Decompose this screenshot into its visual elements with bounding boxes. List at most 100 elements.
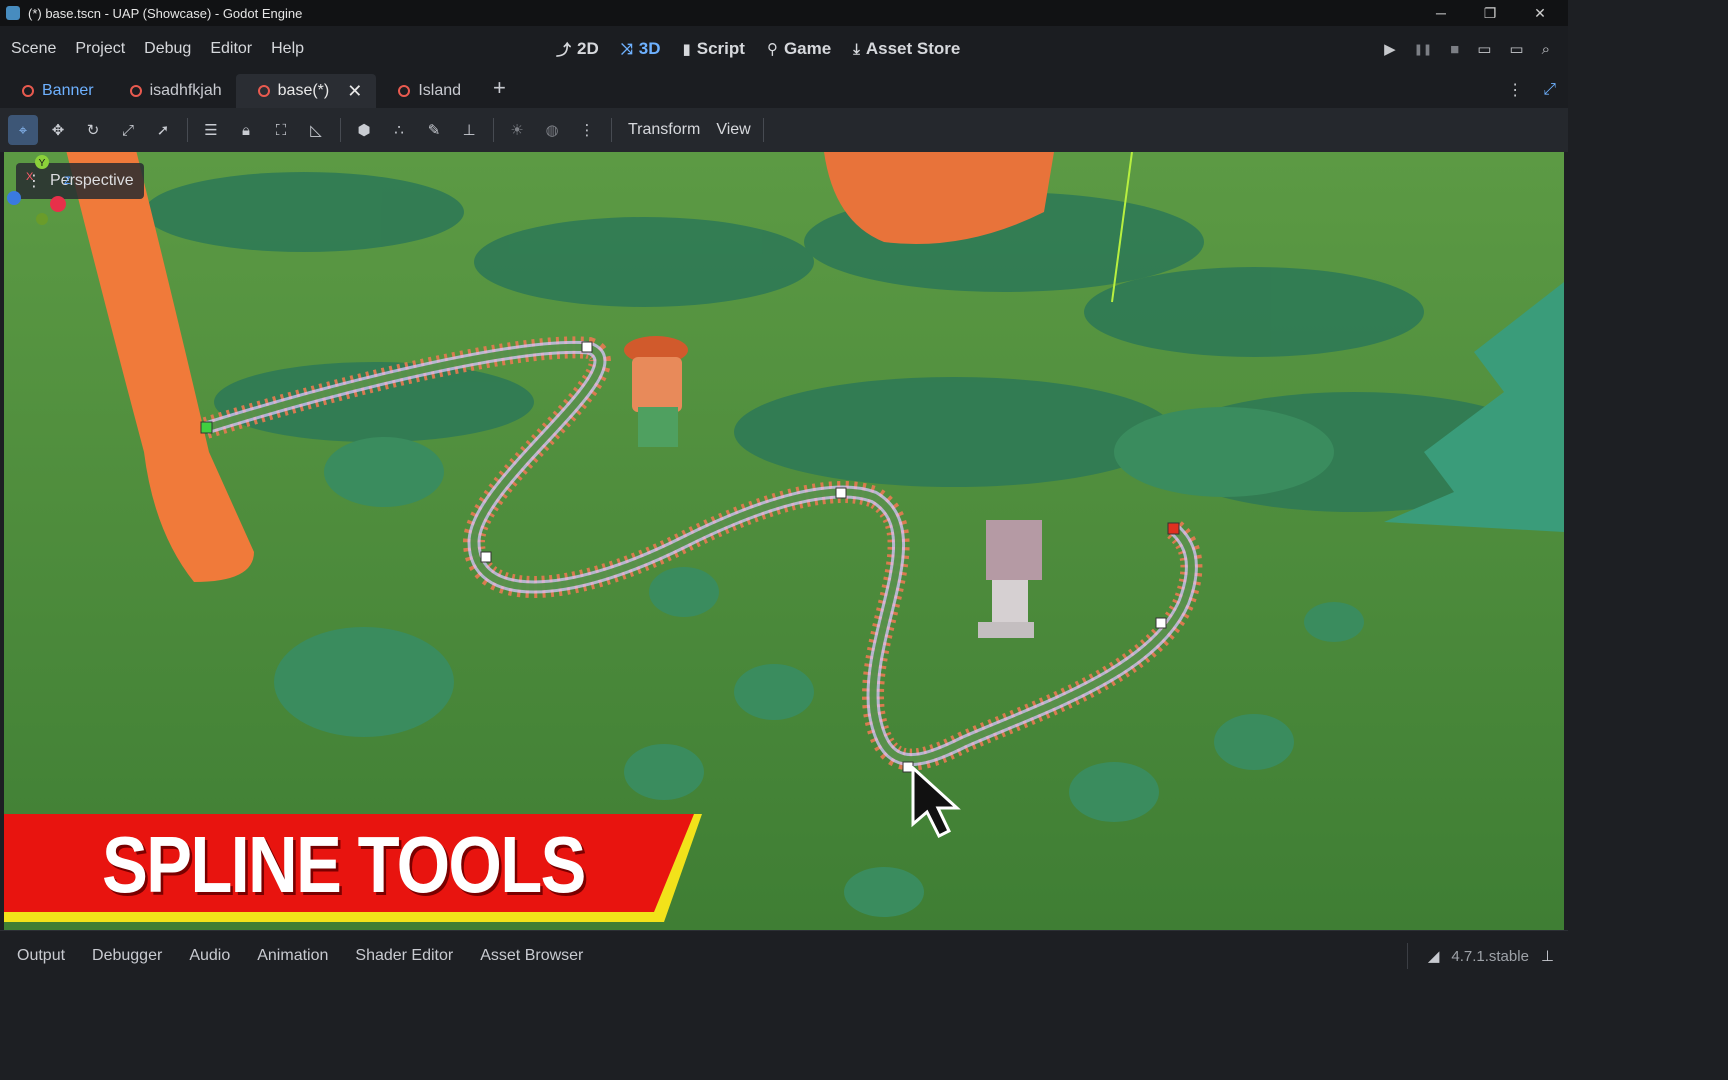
scene-tab-label: base(*) [277,82,330,99]
lock-icon[interactable]: 🔒︎ [231,115,261,145]
rotate-mode-icon[interactable]: ↻ [78,115,108,145]
viewport-toolbar: ⌖ ✥ ↻ ⤢ ➚ ☰ 🔒︎ ⛶ ◺ ⬢ ∴ ✎ ⊥ ☀ ◍ ⋮ Transfo… [0,108,1568,152]
scene-tab-island[interactable]: Island [376,74,475,108]
menu-scene[interactable]: Scene [3,40,64,58]
add-scene-tab-icon[interactable]: + [493,72,506,104]
pin-panel-icon[interactable]: ⊥ [1541,947,1554,965]
menubar: Scene Project Debug Editor Help ⤴ 2D ⤨ 3D … [0,26,1568,72]
scene-tabs-right: ⋮ ⤢ [1507,72,1556,108]
view-menu[interactable]: View [708,121,758,139]
menu-debug[interactable]: Debug [136,40,199,58]
scene-tab-isadhfkjah[interactable]: isadhfkjah [108,74,236,108]
workspace-asset-store[interactable]: ⤓ Asset Store [853,39,960,59]
workspace-script-label: Script [696,39,745,58]
close-window-button[interactable]: ✕ [1516,0,1564,26]
movie-maker-icon[interactable]: ▭ [1477,40,1491,58]
scene-tab-label: Island [418,82,462,99]
spline-point [1155,617,1167,629]
gizmo-z-axis [7,191,21,205]
pin-icon[interactable]: ⊥ [454,115,484,145]
toolbar-separator [493,118,494,142]
scene-tab-banner[interactable]: Banner [0,74,108,108]
game-icon: ⚲ [766,41,778,58]
gizmo-y-label: Y [39,158,46,169]
window-title: (*) base.tscn - UAP (Showcase) - Godot E… [28,5,303,21]
run-controls: ▶ ❚❚ ■ ▭ ▭ ⌕ [1384,26,1550,72]
pause-icon[interactable]: ❚❚ [1414,43,1432,56]
scale-mode-icon[interactable]: ⤢ [113,115,143,145]
gizmo-z-label: Z [64,175,71,187]
workspace-game-label: Game [783,39,832,58]
close-tab-icon[interactable]: ✕ [347,81,362,102]
scene-tab-label: Banner [42,82,94,99]
gizmo-x-axis [50,196,66,212]
environment-icon[interactable]: ◍ [537,115,567,145]
gizmo-x-label: X [26,171,34,183]
godot-app-icon [6,6,20,20]
transform-menu[interactable]: Transform [620,121,708,139]
scene-status-icon [257,85,270,97]
list-select-icon[interactable]: ➚ [148,115,178,145]
tabs-menu-icon[interactable]: ⋮ [1507,80,1523,100]
toolbar-separator [187,118,188,142]
spline-point [480,551,492,563]
play-icon[interactable]: ▶ [1384,40,1396,58]
workspace-game[interactable]: ⚲ Game [767,39,831,59]
toolbar-separator [340,118,341,142]
scene-render [4,152,1564,930]
tab-shader-editor[interactable]: Shader Editor [345,947,463,965]
update-icon[interactable]: ◢ [1428,947,1440,965]
tab-animation[interactable]: Animation [247,947,338,965]
use-snap-icon[interactable]: ∴ [384,115,414,145]
divider [1406,943,1408,969]
search-icon[interactable]: ⌕ [1542,41,1550,58]
restore-button[interactable]: ❐ [1466,0,1514,26]
workspace-script[interactable]: ▮ Script [683,39,745,59]
paint-icon[interactable]: ✎ [419,115,449,145]
menu-help[interactable]: Help [263,40,312,58]
move-mode-icon[interactable]: ✥ [43,115,73,145]
select-mode-icon[interactable]: ⌖ [8,115,38,145]
spline-point [581,341,593,353]
version-label[interactable]: 4.7.1.stable [1451,948,1529,965]
menu-project[interactable]: Project [67,40,133,58]
bottom-panel-bar: Output Debugger Audio Animation Shader E… [0,930,1568,980]
workspace-2d-label: 2D [577,39,599,58]
workspace-3d[interactable]: ⤨ 3D [621,39,661,59]
workspace-switcher: ⤴ 2D ⤨ 3D ▮ Script ⚲ Game ⤓ Asset Store [556,26,960,72]
gizmo-neg-y-axis [36,213,48,225]
asset-store-icon: ⤓ [853,40,860,58]
ruler-icon[interactable]: ◺ [301,115,331,145]
tab-debugger[interactable]: Debugger [82,947,172,965]
scene-tabs: Banner isadhfkjah base(*) ✕ Island + ⋮ ⤢ [0,72,1568,108]
3d-viewport[interactable]: ⋮ Perspective Y X Z SPLINE TOOLS [4,152,1564,930]
spline-point-end [1167,522,1180,535]
snap-icon[interactable]: ⛶ [266,115,296,145]
spline-point [835,487,847,499]
tab-audio[interactable]: Audio [179,947,240,965]
toolbar-separator [762,118,764,142]
tab-output[interactable]: Output [7,947,75,965]
distraction-free-icon[interactable]: ⤢ [1543,81,1556,99]
scene-status-icon [22,85,34,97]
remote-debug-icon[interactable]: ▭ [1509,40,1523,58]
scene-tab-base[interactable]: base(*) ✕ [235,74,377,108]
sun-icon[interactable]: ☀ [502,115,532,145]
stop-icon[interactable]: ■ [1450,41,1459,58]
spline-tools-banner-text: SPLINE TOOLS [102,820,586,909]
window-titlebar: (*) base.tscn - UAP (Showcase) - Godot E… [0,0,1568,26]
menu-editor[interactable]: Editor [202,40,260,58]
toolbar-separator [611,118,612,142]
workspace-3d-label: 3D [638,39,661,58]
tab-asset-browser[interactable]: Asset Browser [470,947,593,965]
group-icon[interactable]: ☰ [196,115,226,145]
minimize-button[interactable]: ─ [1417,0,1465,26]
orientation-gizmo[interactable]: Y X Z [4,152,74,230]
spline-point-start [200,421,213,434]
local-space-icon[interactable]: ⬢ [349,115,379,145]
more-icon[interactable]: ⋮ [572,115,602,145]
scene-status-icon [398,85,411,97]
mouse-cursor-icon [911,766,961,838]
scene-tab-label: isadhfkjah [149,82,222,99]
workspace-2d[interactable]: ⤴ 2D [556,39,599,60]
